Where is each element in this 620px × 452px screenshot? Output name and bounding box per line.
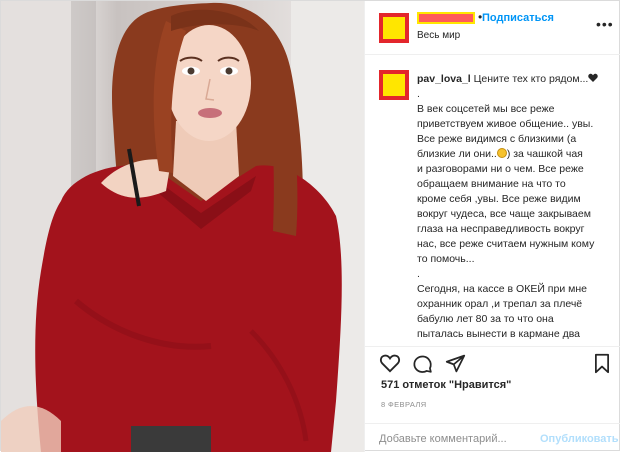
- portrait-illustration: [1, 1, 364, 452]
- caption-fragment: ) за чашкой чая: [506, 148, 583, 160]
- redacted-username: [417, 12, 475, 24]
- heart-icon[interactable]: [379, 353, 401, 373]
- caption-line: .: [417, 268, 420, 280]
- share-icon[interactable]: [445, 353, 466, 374]
- post-photo[interactable]: [1, 1, 364, 452]
- comment-icon[interactable]: [412, 353, 433, 374]
- likes-count[interactable]: 571 отметок "Нравится": [381, 379, 511, 391]
- caption-line: кроме себя ,увы. Все реже видим: [417, 193, 581, 205]
- action-bar: [365, 346, 620, 380]
- publish-button[interactable]: Опубликовать: [540, 433, 619, 445]
- avatar[interactable]: [379, 13, 409, 43]
- caption-line: пыталась вынести в кармане два: [417, 328, 581, 340]
- more-options-icon[interactable]: •••: [596, 16, 614, 32]
- instagram-post: • Подписаться Весь мир ••• pav_lova_l Це…: [0, 0, 620, 452]
- caption-username[interactable]: pav_lova_l: [417, 73, 471, 85]
- caption-line: приветствуем живое общение.. увы.: [417, 118, 594, 130]
- caption-line: глаза на несправедливость вокруг: [417, 223, 585, 235]
- thinking-face-icon: [496, 148, 507, 158]
- caption-line: Сегодня, на кассе в ОКЕЙ при мне: [417, 283, 587, 295]
- post-sidebar: • Подписаться Весь мир ••• pav_lova_l Це…: [364, 1, 620, 452]
- caption-intro: Цените тех кто рядом...: [473, 73, 589, 85]
- caption-text: pav_lova_l Цените тех кто рядом... . В в…: [417, 72, 613, 342]
- caption-first-line: pav_lova_l Цените тех кто рядом...: [417, 72, 613, 87]
- caption-line: нас, все реже считаем нужным кому: [417, 238, 595, 250]
- comment-bar: Опубликовать: [365, 423, 620, 452]
- comment-input[interactable]: [379, 429, 529, 449]
- caption-line: бабулю лет 80 за то что она: [417, 313, 554, 325]
- caption-line: охранник орал ,и трепал за плечё: [417, 298, 583, 310]
- caption-line: В век соцсетей мы все реже: [417, 103, 555, 115]
- post-header: • Подписаться Весь мир •••: [365, 1, 620, 55]
- caption-avatar[interactable]: [379, 70, 409, 100]
- bookmark-icon[interactable]: [594, 353, 610, 374]
- location-link[interactable]: Весь мир: [417, 30, 460, 41]
- caption-fragment: близкие ли они..: [417, 148, 497, 160]
- post-date[interactable]: 8 ФЕВРАЛЯ: [381, 400, 427, 409]
- follow-button[interactable]: Подписаться: [482, 12, 554, 24]
- black-heart-icon: [588, 73, 599, 82]
- caption: pav_lova_l Цените тех кто рядом... . В в…: [365, 56, 620, 346]
- caption-line: то помочь...: [417, 253, 475, 265]
- caption-line: .: [417, 88, 420, 100]
- caption-line-with-emoji: близкие ли они.. ) за чашкой чая: [417, 147, 613, 162]
- caption-line: Все реже видимся с близкими (а: [417, 133, 577, 145]
- caption-line: обращаем внимание на что то: [417, 178, 566, 190]
- caption-line: и разговорами ни о чем. Все реже: [417, 163, 584, 175]
- caption-line: вокруг чудеса, все чаще закрываем: [417, 208, 591, 220]
